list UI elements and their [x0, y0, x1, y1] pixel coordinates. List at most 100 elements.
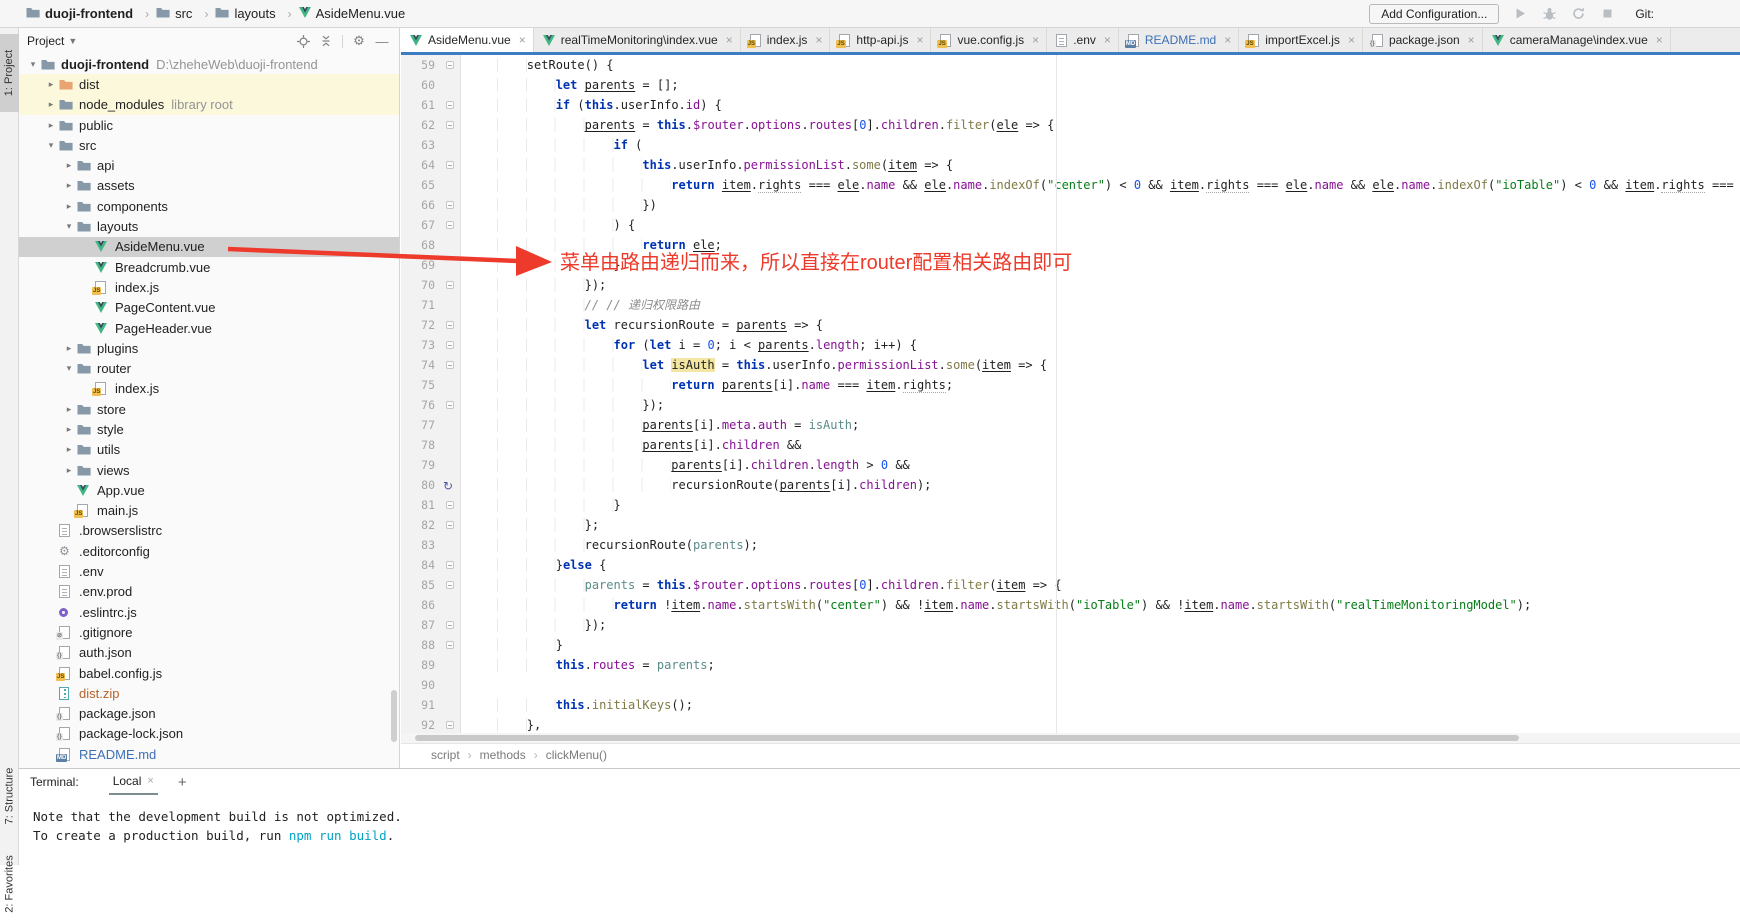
tree-chevron-icon[interactable]: ▸ — [61, 465, 77, 476]
tree-row[interactable]: App.vue — [19, 480, 399, 500]
fold-marker-icon[interactable] — [446, 561, 454, 569]
code-line[interactable]: 85 parents = this.$router.options.routes… — [401, 575, 1740, 595]
run-icon[interactable] — [1513, 6, 1528, 21]
tree-chevron-icon[interactable]: ▾ — [61, 363, 77, 374]
tool-window-button-structure[interactable]: 7: Structure — [0, 752, 19, 840]
editor-tab[interactable]: {}package.json× — [1363, 28, 1483, 52]
tree-row[interactable]: ⊘.gitignore — [19, 622, 399, 642]
code-line[interactable]: 59 setRoute() { — [401, 55, 1740, 75]
breadcrumb-item[interactable]: script — [431, 748, 460, 762]
tree-chevron-icon[interactable]: ▾ — [43, 140, 59, 151]
code-line[interactable]: 78 parents[i].children && — [401, 435, 1740, 455]
editor-tab[interactable]: JShttp-api.js× — [830, 28, 931, 52]
tree-row[interactable]: PageHeader.vue — [19, 318, 399, 338]
code-line[interactable]: 81 } — [401, 495, 1740, 515]
tree-row[interactable]: ⚙.editorconfig — [19, 541, 399, 561]
tree-row[interactable]: ▸style — [19, 419, 399, 439]
stop-icon[interactable] — [1600, 6, 1615, 21]
tree-chevron-icon[interactable]: ▾ — [61, 221, 77, 232]
fold-marker-icon[interactable] — [446, 361, 454, 369]
tree-chevron-icon[interactable]: ▸ — [61, 201, 77, 212]
tree-row[interactable]: dist.zip — [19, 683, 399, 703]
tree-row[interactable]: ▾layouts — [19, 216, 399, 236]
code-line[interactable]: 83 recursionRoute(parents); — [401, 535, 1740, 555]
fold-marker-icon[interactable] — [446, 121, 454, 129]
tree-row[interactable]: ▸assets — [19, 176, 399, 196]
tree-row[interactable]: .browserslistrc — [19, 521, 399, 541]
code-line[interactable]: 88 } — [401, 635, 1740, 655]
tree-row[interactable]: AsideMenu.vue — [19, 237, 399, 257]
git-menu[interactable]: Git: — [1635, 7, 1654, 21]
breadcrumb-item[interactable]: AsideMenu.vue — [299, 6, 406, 21]
fold-marker-icon[interactable] — [446, 101, 454, 109]
code-line[interactable]: 70 }); — [401, 275, 1740, 295]
fold-marker-icon[interactable] — [446, 501, 454, 509]
tree-row[interactable]: {}package-lock.json — [19, 724, 399, 744]
code-line[interactable]: 84 }else { — [401, 555, 1740, 575]
tree-chevron-icon[interactable]: ▸ — [43, 120, 59, 131]
code-line[interactable]: 64 this.userInfo.permissionList.some(ite… — [401, 155, 1740, 175]
tree-row[interactable]: ▸plugins — [19, 338, 399, 358]
code-line[interactable]: 72 let recursionRoute = parents => { — [401, 315, 1740, 335]
code-line[interactable]: 67 ) { — [401, 215, 1740, 235]
tree-row[interactable]: ▸node_moduleslibrary root — [19, 95, 399, 115]
close-icon[interactable]: × — [815, 33, 822, 47]
tree-chevron-icon[interactable]: ▸ — [61, 444, 77, 455]
fold-marker-icon[interactable] — [446, 721, 454, 729]
tree-chevron-icon[interactable]: ▸ — [43, 99, 59, 110]
breadcrumb-item[interactable]: clickMenu() — [546, 748, 607, 762]
close-icon[interactable]: × — [1348, 33, 1355, 47]
code-line[interactable]: 82 }; — [401, 515, 1740, 535]
code-line[interactable]: 92 }, — [401, 715, 1740, 733]
fold-marker-icon[interactable] — [446, 341, 454, 349]
locate-file-icon[interactable] — [296, 34, 310, 48]
close-icon[interactable]: × — [147, 775, 153, 787]
editor-tab[interactable]: realTimeMonitoring\index.vue× — [534, 28, 741, 52]
close-icon[interactable]: × — [1104, 33, 1111, 47]
code-line[interactable]: 62 parents = this.$router.options.routes… — [401, 115, 1740, 135]
fold-marker-icon[interactable] — [446, 221, 454, 229]
close-icon[interactable]: × — [726, 33, 733, 47]
editor-tab[interactable]: AsideMenu.vue× — [401, 28, 534, 52]
tree-row[interactable]: ▸components — [19, 196, 399, 216]
close-icon[interactable]: × — [1656, 33, 1663, 47]
code-line[interactable]: 89 this.routes = parents; — [401, 655, 1740, 675]
code-line[interactable]: 80↻ recursionRoute(parents[i].children); — [401, 475, 1740, 495]
code-line[interactable]: 79 parents[i].children.length > 0 && — [401, 455, 1740, 475]
code-line[interactable]: 71 // // 递归权限路由 — [401, 295, 1740, 315]
collapse-all-icon[interactable] — [319, 34, 333, 48]
tree-row[interactable]: ▸public — [19, 115, 399, 135]
editor-tab[interactable]: JSvue.config.js× — [931, 28, 1047, 52]
tree-chevron-icon[interactable]: ▸ — [61, 343, 77, 354]
breadcrumb-item[interactable]: layouts› — [215, 6, 298, 21]
tool-window-button-favorites[interactable]: 2: Favorites — [0, 844, 19, 924]
code-line[interactable]: 63 if ( — [401, 135, 1740, 155]
close-icon[interactable]: × — [916, 33, 923, 47]
tree-row[interactable]: ▾duoji-frontendD:\zheheWeb\duoji-fronten… — [19, 54, 399, 74]
hide-panel-icon[interactable]: — — [375, 34, 389, 48]
code-line[interactable]: 86 return !item.name.startsWith("center"… — [401, 595, 1740, 615]
tree-row[interactable]: .eslintrc.js — [19, 602, 399, 622]
fold-marker-icon[interactable] — [446, 521, 454, 529]
code-line[interactable]: 73 for (let i = 0; i < parents.length; i… — [401, 335, 1740, 355]
tree-row[interactable]: ▸dist — [19, 74, 399, 94]
new-terminal-button[interactable]: + — [178, 774, 187, 791]
code-line[interactable]: 66 }) — [401, 195, 1740, 215]
tree-row[interactable]: JSbabel.config.js — [19, 663, 399, 683]
code-line[interactable]: 65 return item.rights === ele.name && el… — [401, 175, 1740, 195]
code-line[interactable]: 91 this.initialKeys(); — [401, 695, 1740, 715]
settings-gear-icon[interactable]: ⚙ — [352, 34, 366, 48]
horizontal-scrollbar[interactable] — [401, 733, 1740, 743]
tree-row[interactable]: .env — [19, 561, 399, 581]
code-editor[interactable]: 59 setRoute() {60 let parents = [];61 if… — [401, 55, 1740, 733]
editor-tab[interactable]: MDREADME.md× — [1119, 28, 1239, 52]
code-line[interactable]: 90 — [401, 675, 1740, 695]
tree-row[interactable]: JSmain.js — [19, 501, 399, 521]
terminal-tab-local[interactable]: Local × — [109, 769, 158, 795]
code-line[interactable]: 74 let isAuth = this.userInfo.permission… — [401, 355, 1740, 375]
tree-chevron-icon[interactable]: ▾ — [25, 59, 41, 70]
tree-chevron-icon[interactable]: ▸ — [43, 79, 59, 90]
tree-chevron-icon[interactable]: ▸ — [61, 160, 77, 171]
tree-row[interactable]: ▾router — [19, 358, 399, 378]
code-line[interactable]: 77 parents[i].meta.auth = isAuth; — [401, 415, 1740, 435]
